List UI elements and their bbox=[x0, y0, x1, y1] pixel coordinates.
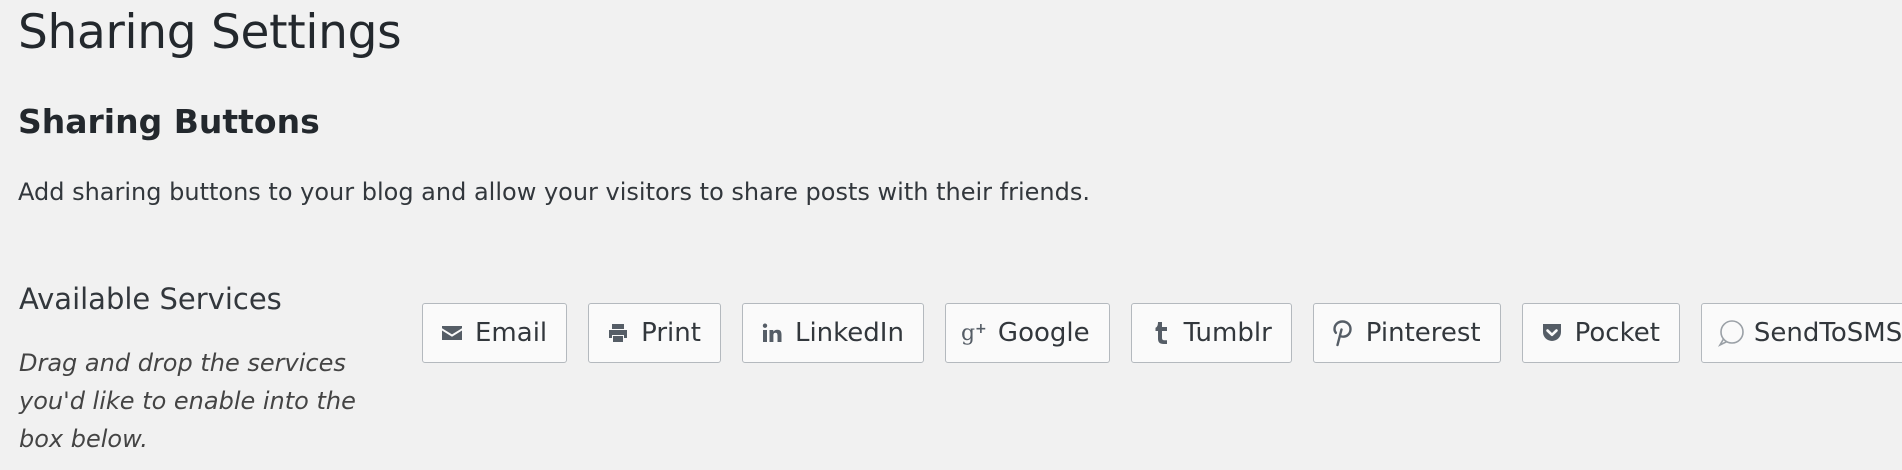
service-label: LinkedIn bbox=[794, 318, 904, 348]
service-label: SendToSMS bbox=[1753, 318, 1902, 348]
service-sendtosms[interactable]: SendToSMS bbox=[1700, 303, 1902, 363]
sharing-buttons-description: Add sharing buttons to your blog and all… bbox=[18, 178, 1090, 206]
printer-icon bbox=[603, 318, 633, 348]
service-label: Print bbox=[641, 318, 701, 348]
service-google[interactable]: g + Google bbox=[944, 303, 1110, 363]
service-label: Google bbox=[997, 318, 1090, 348]
service-pinterest[interactable]: Pinterest bbox=[1312, 303, 1501, 363]
service-print[interactable]: Print bbox=[588, 303, 721, 363]
google-plus-icon: g + bbox=[960, 318, 990, 348]
linkedin-icon bbox=[757, 318, 787, 348]
tumblr-icon bbox=[1146, 318, 1176, 348]
sms-bubble-icon bbox=[1716, 318, 1746, 348]
service-label: Tumblr bbox=[1183, 318, 1272, 348]
pinterest-icon bbox=[1328, 318, 1358, 348]
service-label: Pinterest bbox=[1365, 318, 1481, 348]
svg-text:+: + bbox=[975, 321, 987, 337]
service-label: Email bbox=[475, 318, 548, 348]
service-email[interactable]: Email bbox=[422, 303, 568, 363]
service-label: Pocket bbox=[1574, 318, 1660, 348]
sharing-buttons-heading: Sharing Buttons bbox=[18, 102, 320, 141]
available-services-list: Email Print LinkedIn g + Google Tumblr P… bbox=[422, 303, 1902, 363]
service-pocket[interactable]: Pocket bbox=[1521, 303, 1680, 363]
envelope-icon bbox=[437, 318, 467, 348]
pocket-icon bbox=[1537, 318, 1567, 348]
svg-text:g: g bbox=[961, 321, 975, 346]
service-linkedin[interactable]: LinkedIn bbox=[741, 303, 924, 363]
available-services-heading: Available Services bbox=[19, 282, 282, 316]
page-title: Sharing Settings bbox=[18, 5, 402, 60]
available-services-hint: Drag and drop the services you'd like to… bbox=[19, 349, 356, 453]
service-tumblr[interactable]: Tumblr bbox=[1130, 303, 1292, 363]
